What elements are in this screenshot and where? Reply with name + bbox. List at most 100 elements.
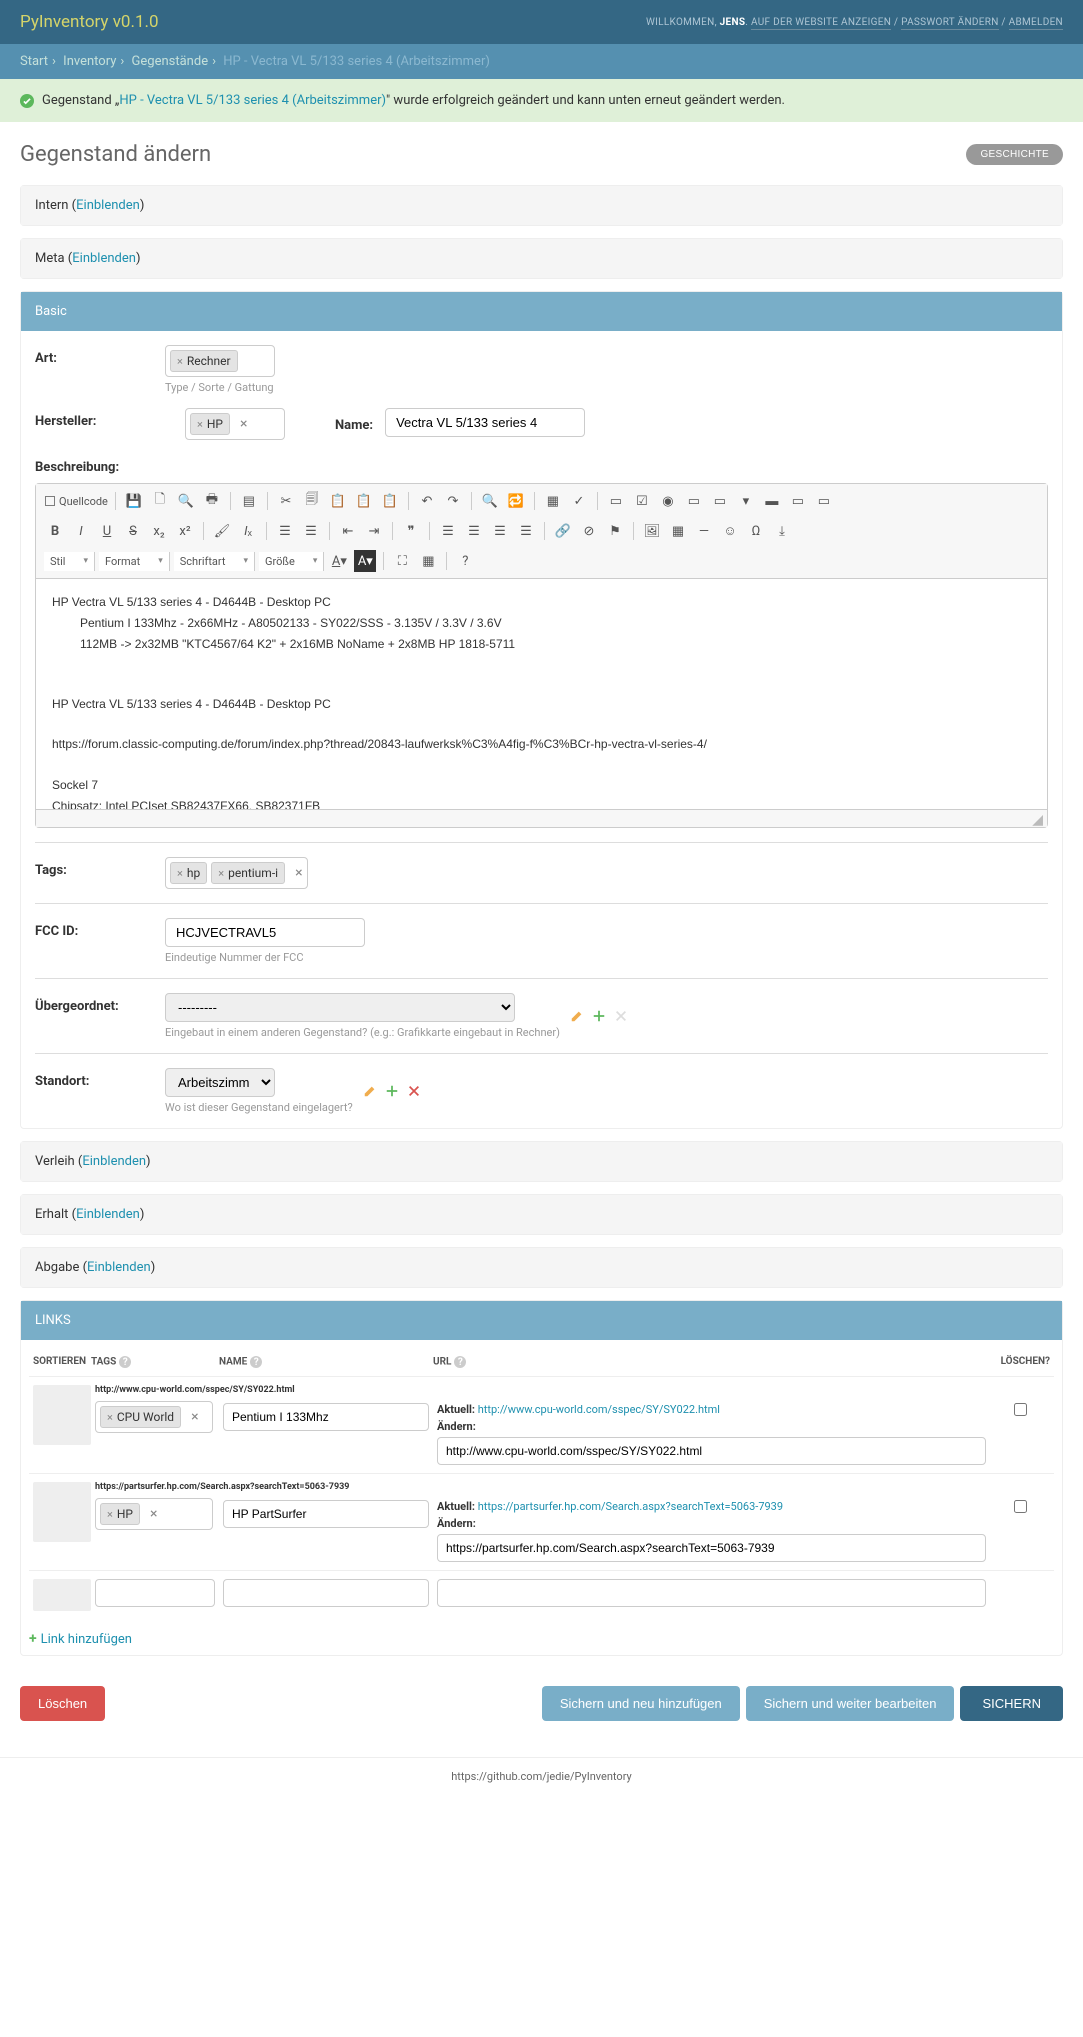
paste-icon[interactable]: 📋 [327, 490, 349, 512]
textarea-icon[interactable]: ▭ [709, 490, 731, 512]
link-tag-input[interactable]: ×CPU World× [95, 1401, 213, 1433]
link-delete-checkbox[interactable] [1014, 1500, 1027, 1513]
underline-icon[interactable]: U [96, 520, 118, 542]
link-name-input-empty[interactable] [223, 1579, 429, 1607]
paste-word-icon[interactable]: 📋 [379, 490, 401, 512]
about-icon[interactable]: ? [454, 550, 476, 572]
outdent-icon[interactable]: ⇤ [337, 520, 359, 542]
showblocks-icon[interactable]: ▦ [417, 550, 439, 572]
add-icon[interactable] [592, 1009, 606, 1023]
clearfmt-icon[interactable]: Iₓ [237, 520, 259, 542]
radio-icon[interactable]: ◉ [657, 490, 679, 512]
preview-icon[interactable]: 🔍 [175, 490, 197, 512]
smiley-icon[interactable]: ☺ [719, 520, 741, 542]
view-site-link[interactable]: AUF DER WEBSITE ANZEIGEN [751, 17, 891, 30]
selectall-icon[interactable]: ▦ [542, 490, 564, 512]
link-current-url[interactable]: http://www.cpu-world.com/sspec/SY/SY022.… [478, 1403, 720, 1416]
editor-content[interactable]: HP Vectra VL 5/133 series 4 - D4644B - D… [36, 579, 1047, 809]
save-button[interactable]: SICHERN [960, 1686, 1063, 1721]
meta-toggle[interactable]: Einblenden [72, 251, 136, 266]
font-combo[interactable]: Schriftart▾ [174, 552, 255, 571]
parent-select[interactable]: --------- [165, 993, 515, 1022]
add-link-button[interactable]: +Link hinzufügen [29, 1631, 1054, 1647]
button-ed-icon[interactable]: ▬ [761, 490, 783, 512]
bc-inventory[interactable]: Inventory [63, 54, 116, 69]
link-url-input[interactable] [437, 1437, 986, 1465]
form-icon[interactable]: ▭ [605, 490, 627, 512]
logout-link[interactable]: ABMELDEN [1009, 17, 1063, 30]
help-icon[interactable]: ? [250, 1356, 262, 1368]
add-icon[interactable] [385, 1084, 399, 1098]
bullist-icon[interactable]: ☰ [300, 520, 322, 542]
image-btn-icon[interactable]: ▭ [787, 490, 809, 512]
bc-items[interactable]: Gegenstände [132, 54, 209, 69]
numlist-icon[interactable]: ☰ [274, 520, 296, 542]
align-justify-icon[interactable]: ☰ [515, 520, 537, 542]
history-button[interactable]: GESCHICHTE [966, 144, 1063, 165]
editor-resize-handle[interactable]: ◢ [36, 809, 1047, 827]
hidden-icon[interactable]: ▭ [813, 490, 835, 512]
hersteller-input[interactable]: ×HP× [185, 408, 285, 440]
drag-handle[interactable] [33, 1482, 91, 1542]
image-icon[interactable]: 🖼 [641, 520, 663, 542]
link-delete-checkbox[interactable] [1014, 1403, 1027, 1416]
remove-tag-icon[interactable]: × [240, 416, 247, 432]
bc-start[interactable]: Start [20, 54, 48, 69]
size-combo[interactable]: Größe▾ [259, 552, 324, 571]
find-icon[interactable]: 🔍 [479, 490, 501, 512]
brand[interactable]: PyInventory v0.1.0 [20, 12, 159, 32]
templates-icon[interactable]: ▤ [238, 490, 260, 512]
redo-icon[interactable]: ↷ [442, 490, 464, 512]
table-icon[interactable]: ▦ [667, 520, 689, 542]
link-name-input[interactable] [223, 1403, 429, 1431]
anchor-icon[interactable]: ⚑ [604, 520, 626, 542]
maximize-icon[interactable]: ⛶ [391, 550, 413, 572]
footer-link[interactable]: https://github.com/jedie/PyInventory [451, 1770, 631, 1783]
undo-icon[interactable]: ↶ [416, 490, 438, 512]
superscript-icon[interactable]: x² [174, 520, 196, 542]
italic-icon[interactable]: I [70, 520, 92, 542]
save-icon[interactable]: 💾 [123, 490, 145, 512]
copy-icon[interactable]: 🗐 [301, 490, 323, 512]
remove-tag-icon[interactable]: × [295, 865, 302, 881]
erhalt-toggle[interactable]: Einblenden [76, 1207, 140, 1222]
align-left-icon[interactable]: ☰ [437, 520, 459, 542]
replace-icon[interactable]: 🔁 [505, 490, 527, 512]
abgabe-toggle[interactable]: Einblenden [87, 1260, 151, 1275]
pagebreak-icon[interactable]: ⤓ [771, 520, 793, 542]
fcc-input[interactable] [165, 918, 365, 947]
format-combo[interactable]: Format▾ [99, 552, 170, 571]
quote-icon[interactable]: ❞ [400, 520, 422, 542]
indent-icon[interactable]: ⇥ [363, 520, 385, 542]
alert-link[interactable]: HP - Vectra VL 5/133 series 4 (Arbeitszi… [119, 93, 386, 108]
textfield-icon[interactable]: ▭ [683, 490, 705, 512]
save-continue-button[interactable]: Sichern und weiter bearbeiten [746, 1686, 955, 1721]
change-password-link[interactable]: PASSWORT ÄNDERN [901, 17, 999, 30]
subscript-icon[interactable]: x₂ [148, 520, 170, 542]
checkbox-icon[interactable]: ☑ [631, 490, 653, 512]
link-tag-input[interactable]: ×HP× [95, 1498, 213, 1530]
link-tag-input-empty[interactable] [95, 1579, 215, 1607]
cut-icon[interactable]: ✂ [275, 490, 297, 512]
verleih-toggle[interactable]: Einblenden [82, 1154, 146, 1169]
tags-input[interactable]: ×hp ×pentium-i × [165, 857, 308, 889]
source-button[interactable]: Quellcode [44, 490, 108, 512]
link-current-url[interactable]: https://partsurfer.hp.com/Search.aspx?se… [478, 1500, 783, 1513]
help-icon[interactable]: ? [119, 1356, 131, 1368]
link-url-input[interactable] [437, 1534, 986, 1562]
location-select[interactable]: Arbeitszimmer [165, 1068, 275, 1097]
bgcolor-icon[interactable]: A▾ [354, 550, 376, 572]
delete-icon[interactable] [407, 1084, 421, 1098]
drag-handle[interactable] [33, 1579, 91, 1611]
removefmt-icon[interactable]: 🖌 [211, 520, 233, 542]
hr-icon[interactable]: — [693, 520, 715, 542]
delete-icon[interactable] [614, 1009, 628, 1023]
bold-icon[interactable]: B [44, 520, 66, 542]
print-icon[interactable]: 🖶 [201, 490, 223, 512]
drag-handle[interactable] [33, 1385, 91, 1445]
save-add-button[interactable]: Sichern und neu hinzufügen [542, 1686, 740, 1721]
align-center-icon[interactable]: ☰ [463, 520, 485, 542]
delete-button[interactable]: Löschen [20, 1686, 105, 1721]
edit-icon[interactable] [363, 1084, 377, 1098]
textcolor-icon[interactable]: A▾ [328, 550, 350, 572]
